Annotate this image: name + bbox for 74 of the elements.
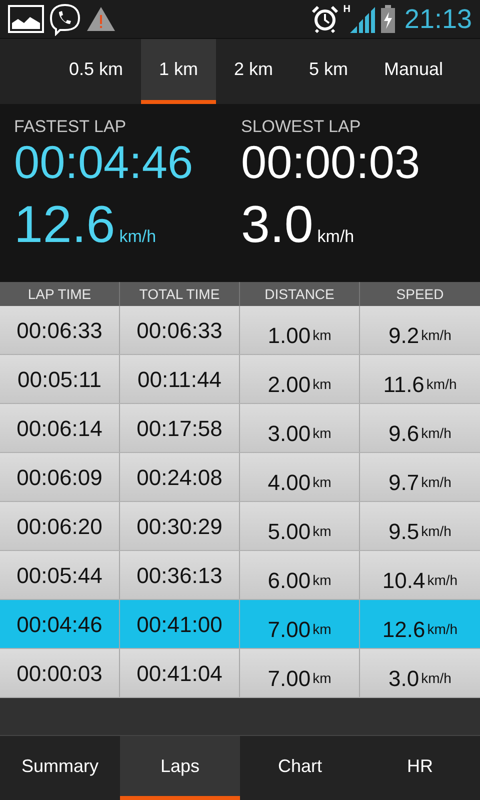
table-cell: 00:11:44 xyxy=(120,355,240,403)
speed-unit: km/h xyxy=(427,620,458,638)
table-cell: 00:06:14 xyxy=(0,404,120,452)
speed-value: 3.0 xyxy=(241,199,314,251)
clock-time: 21:13 xyxy=(404,2,472,36)
table-cell: 00:06:33 xyxy=(0,306,120,354)
distance-unit: km xyxy=(312,424,332,442)
interval-tab[interactable]: 0.5 km xyxy=(50,39,141,104)
speed-unit: km/h xyxy=(426,374,457,394)
distance-value: 2.00 xyxy=(268,370,311,398)
picture-icon xyxy=(8,5,44,33)
table-cell: 00:30:29 xyxy=(120,502,240,550)
table-cell: 00:36:13 xyxy=(120,551,240,599)
table-cell: 00:17:58 xyxy=(120,404,240,452)
speed-value: 9.5 xyxy=(388,518,420,546)
distance-unit: km xyxy=(312,620,332,638)
bottom-tab[interactable]: Laps xyxy=(120,736,240,800)
distance-unit: km xyxy=(312,472,332,492)
bottom-tab[interactable]: Summary xyxy=(0,736,120,800)
distance-value: 3.00 xyxy=(268,420,311,448)
distance-value: 6.00 xyxy=(268,566,311,594)
speed-value: 12.6 xyxy=(382,616,426,644)
speed-value: 9.7 xyxy=(388,468,420,496)
speed-unit: km/h xyxy=(421,472,452,492)
lap-time-value: 00:00:03 xyxy=(241,139,420,185)
table-cell: 00:05:44 xyxy=(0,551,120,599)
speed-unit: km/h xyxy=(421,668,452,688)
table-cell: 00:05:11 xyxy=(0,355,120,403)
distance-value: 1.00 xyxy=(268,322,311,350)
distance-unit: km xyxy=(312,374,332,394)
distance-unit: km xyxy=(312,570,332,590)
network-type: H xyxy=(343,5,350,15)
distance-value: 5.00 xyxy=(268,518,311,546)
battery-charging-icon xyxy=(380,5,396,33)
table-cell: 00:24:08 xyxy=(120,453,240,501)
stat-label: SLOWEST LAP xyxy=(241,118,362,135)
speed-unit: km/h xyxy=(421,326,452,344)
interval-tab[interactable]: Manual xyxy=(366,39,462,104)
table-cell: 00:04:46 xyxy=(0,600,120,648)
speed-value: 9.2 xyxy=(388,322,420,350)
warning-icon xyxy=(86,6,116,32)
bottom-tab[interactable]: HR xyxy=(360,736,480,800)
speed-value: 11.6 xyxy=(383,370,424,398)
speed-unit: km/h xyxy=(421,424,452,442)
signal-icon xyxy=(350,5,376,33)
phone-chat-icon xyxy=(48,2,82,36)
table-cell: 00:06:20 xyxy=(0,502,120,550)
bottom-tab[interactable]: Chart xyxy=(240,736,360,800)
stat-label: FASTEST LAP xyxy=(14,118,128,135)
distance-unit: km xyxy=(312,326,332,344)
distance-value: 4.00 xyxy=(268,468,311,496)
table-cell: 00:41:04 xyxy=(120,649,240,697)
interval-tab[interactable]: 1 km xyxy=(140,39,216,104)
speed-unit: km/h xyxy=(317,226,354,248)
table-cell: 00:06:09 xyxy=(0,453,120,501)
speed-value: 12.6 xyxy=(14,199,116,251)
distance-value: 7.00 xyxy=(268,664,311,692)
distance-unit: km xyxy=(312,668,332,688)
speed-unit: km/h xyxy=(427,570,458,590)
table-cell: 00:00:03 xyxy=(0,649,120,697)
table-cell: 00:41:00 xyxy=(120,600,240,648)
distance-value: 7.00 xyxy=(268,616,311,644)
speed-value: 10.4 xyxy=(382,566,426,594)
distance-unit: km xyxy=(312,522,332,540)
alarm-clock-icon xyxy=(311,5,340,33)
lap-time-value: 00:04:46 xyxy=(14,139,194,185)
table-cell: 00:06:33 xyxy=(120,306,240,354)
speed-value: 3.0 xyxy=(388,664,420,692)
speed-value: 9.6 xyxy=(388,420,420,448)
speed-unit: km/h xyxy=(119,226,156,248)
column-header: SPEED xyxy=(395,284,445,304)
speed-unit: km/h xyxy=(421,522,452,540)
interval-tab[interactable]: 2 km xyxy=(216,39,291,104)
interval-tab[interactable]: 5 km xyxy=(291,39,366,104)
